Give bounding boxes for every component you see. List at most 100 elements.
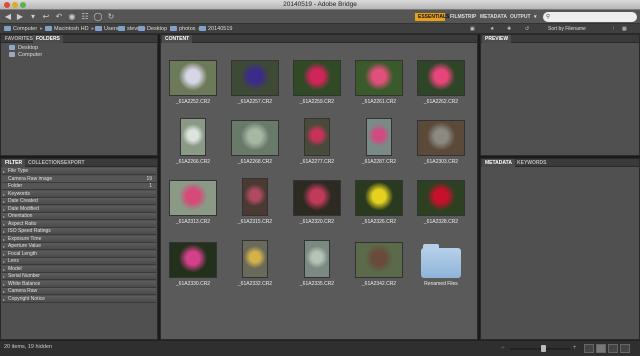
filter-category[interactable]: ▸ Aspect Ratio [2,220,156,228]
breadcrumb-item[interactable]: 20140519 [199,24,232,34]
filter-category[interactable]: ▸ Focal Length [2,250,156,258]
photo-image [293,60,341,96]
quality-options-icon[interactable]: ▣ [470,25,475,33]
filter-category[interactable]: ▸ ISO Speed Ratings [2,228,156,235]
filter-category[interactable]: ▸ Copyright Notice [2,295,156,303]
photo-thumbnail[interactable]: _61A2259.CR2 [293,47,341,107]
thumbnail-size-slider[interactable] [510,348,570,350]
filter-label: Folder [8,183,23,189]
photo-thumbnail[interactable]: _61A2257.CR2 [231,47,279,107]
filter-category[interactable]: ▸ White Balance [2,280,156,288]
photo-thumbnail[interactable]: _61A2335.CR2 [293,229,341,289]
breadcrumb-item[interactable]: Computer ▸ [4,24,43,34]
filter-category[interactable]: ▸ Orientation [2,213,156,220]
disclosure-triangle-icon: ▸ [3,191,6,197]
boomerang-icon[interactable]: ↶ [54,12,64,22]
tab-filter[interactable]: FILTER [2,159,26,167]
photo-thumbnail[interactable]: _61A2332.CR2 [231,229,279,289]
photo-thumbnail[interactable]: _61A2252.CR2 [169,47,217,107]
filter-label: Model [8,265,22,272]
photo-thumbnail[interactable]: _61A2315.CR2 [231,167,279,227]
photo-thumbnail[interactable]: _61A2303.CR2 [417,107,465,167]
view-thumbnails-icon[interactable] [596,344,606,353]
tab-keywords[interactable]: KEYWORDS [514,159,549,167]
status-bar: 20 items, 19 hidden − + [0,340,640,356]
new-folder-icon[interactable]: ✚ [507,25,511,33]
sort-direction-icon[interactable]: ↑ [612,25,615,33]
photo-thumbnail[interactable]: _61A2261.CR2 [355,47,403,107]
filter-category[interactable]: ▸ Keywords [2,190,156,198]
photo-thumbnail[interactable]: _61A2277.CR2 [293,107,341,167]
tab-favorites[interactable]: FAVORITES [2,35,36,43]
disclosure-triangle-icon: ▸ [3,244,6,249]
forward-arrow-icon[interactable]: ▶ [15,12,25,22]
filter-category[interactable]: ▸ Camera Raw [2,288,156,295]
folder-icon [138,26,145,31]
sort-select[interactable]: Sort by Filename [548,25,608,33]
filter-option[interactable]: Camera Raw image 19 [2,175,156,183]
photo-thumbnail[interactable]: _61A2287.CR2 [355,107,403,167]
thumbnail-size-slider-handle[interactable] [541,345,546,352]
back-arrow-icon[interactable]: ◀ [3,12,13,22]
history-icon[interactable]: ▾ [28,12,38,22]
camera-download-icon[interactable]: ◉ [67,12,77,22]
photo-thumbnail[interactable]: _61A2266.CR2 [169,107,217,167]
filter-category[interactable]: ▸ File Type [2,168,156,175]
refine-icon[interactable]: ☷ [80,12,90,22]
zoom-out-icon[interactable]: − [501,345,505,352]
filter-option[interactable]: Folder 1 [2,183,156,190]
reveal-folder-icon[interactable]: ↩ [41,12,51,22]
file-name: _61A2277.CR2 [299,159,335,165]
photo-thumbnail[interactable]: _61A2342.CR2 [355,229,403,289]
workspace-more-chevron-icon[interactable]: ▾ [531,13,539,21]
filter-panel: FILTER COLLECTIONS EXPORT ▸ File Type Came… [0,158,158,340]
workspace-output[interactable]: OUTPUT [507,13,531,21]
disclosure-triangle-icon: ▸ [3,274,6,279]
workspace-metadata[interactable]: METADATA [477,13,507,21]
folder-item-computer[interactable]: Computer [9,52,42,59]
view-details-icon[interactable] [608,344,618,353]
tab-preview[interactable]: PREVIEW [482,35,512,43]
tab-metadata[interactable]: METADATA [482,159,515,167]
filter-category[interactable]: ▸ Lens [2,258,156,265]
folder-icon [421,244,461,278]
view-options-icon[interactable]: ▦ [622,25,627,33]
photo-thumbnail[interactable]: _61A2330.CR2 [169,229,217,289]
photo-thumbnail[interactable]: _61A2320.CR2 [293,167,341,227]
filter-category[interactable]: ▸ Model [2,265,156,273]
tab-folders[interactable]: FOLDERS [33,35,63,43]
breadcrumb-item[interactable]: photos▸ [170,24,201,34]
filter-category[interactable]: ▸ Serial Number [2,273,156,280]
zoom-in-icon[interactable]: + [573,345,577,352]
lock-thumbnail-grid-icon[interactable] [584,344,594,353]
folder-thumbnail[interactable]: Renamed Files [417,229,465,289]
breadcrumb-item[interactable]: Macintosh HD ▸ [45,24,94,34]
photo-thumbnail[interactable]: _61A2262.CR2 [417,47,465,107]
tab-export[interactable]: EXPORT [61,159,88,167]
filter-category[interactable]: ▸ Aperture Value [2,243,156,250]
rotate-icon[interactable]: ↻ [106,12,116,22]
open-in-camera-raw-icon[interactable]: ◯ [93,12,103,22]
photo-thumbnail[interactable]: _61A2313.CR2 [169,167,217,227]
file-name: _61A2313.CR2 [175,219,211,225]
filter-count: 19 [146,175,152,182]
folder-icon [170,26,177,31]
view-list-icon[interactable] [620,344,630,353]
photo-thumbnail[interactable]: _61A2328.CR2 [417,167,465,227]
tab-content[interactable]: CONTENT [162,35,193,43]
breadcrumb-label: Computer [13,26,38,32]
filter-count: 1 [149,183,152,189]
filter-category[interactable]: ▸ Date Created [2,198,156,205]
workspace-essentials[interactable]: ESSENTIALS [415,13,449,21]
filter-category[interactable]: ▸ Exposure Time [2,235,156,243]
search-input[interactable]: ⚲ [543,12,637,22]
metadata-panel: METADATA KEYWORDS [480,158,640,340]
photo-thumbnail[interactable]: _61A2326.CR2 [355,167,403,227]
breadcrumb-item[interactable]: Desktop▸ [138,24,173,34]
filter-category[interactable]: ▸ Date Modified [2,205,156,213]
folder-item-desktop[interactable]: Desktop [9,45,38,52]
rotate-left-icon[interactable]: ↺ [525,25,529,33]
rating-filter-icon[interactable]: ★ [490,25,494,33]
photo-thumbnail[interactable]: _61A2268.CR2 [231,107,279,167]
workspace-filmstrip[interactable]: FILMSTRIP [447,13,476,21]
